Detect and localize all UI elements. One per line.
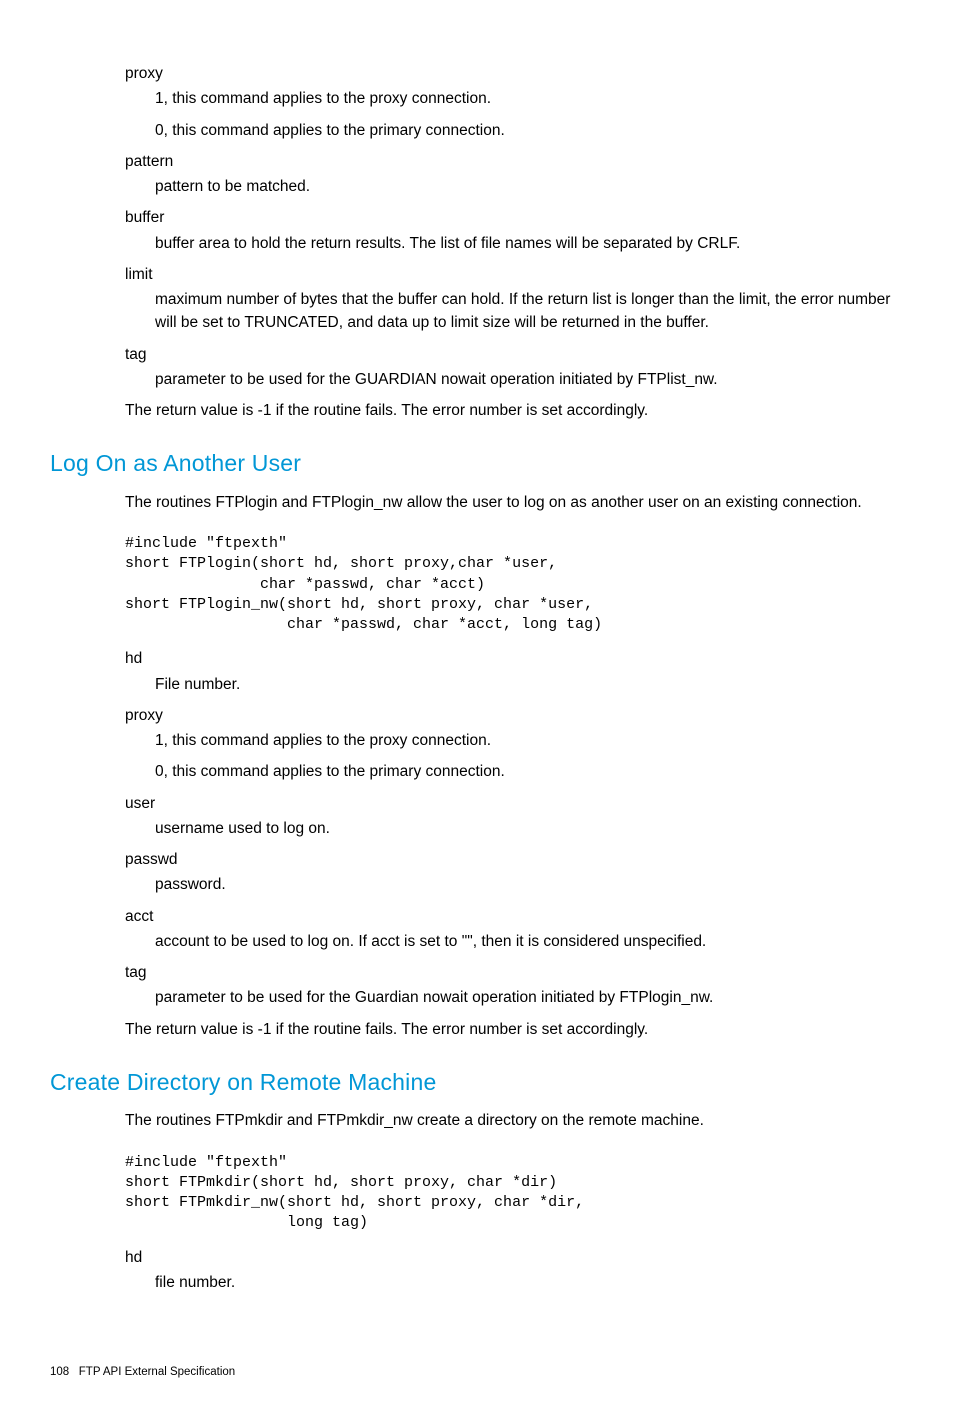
def-limit: maximum number of bytes that the buffer … <box>155 288 904 335</box>
term-hd: hd <box>125 1246 904 1269</box>
term-proxy: proxy <box>125 704 904 727</box>
def-pattern: pattern to be matched. <box>155 175 904 198</box>
def-user: username used to log on. <box>155 817 904 840</box>
term-passwd: passwd <box>125 848 904 871</box>
term-proxy: proxy <box>125 62 904 85</box>
intro-create-directory: The routines FTPmkdir and FTPmkdir_nw cr… <box>125 1109 904 1132</box>
term-limit: limit <box>125 263 904 286</box>
def-proxy-0: 0, this command applies to the primary c… <box>155 760 904 783</box>
page-footer: 108 FTP API External Specification <box>50 1364 904 1381</box>
return-value-note: The return value is -1 if the routine fa… <box>125 1018 904 1041</box>
heading-create-directory: Create Directory on Remote Machine <box>50 1065 904 1100</box>
code-log-on: #include "ftpexth" short FTPlogin(short … <box>125 534 904 635</box>
term-buffer: buffer <box>125 206 904 229</box>
page-number: 108 <box>50 1366 69 1378</box>
def-passwd: password. <box>155 873 904 896</box>
section-log-on: The routines FTPlogin and FTPlogin_nw al… <box>125 491 904 1041</box>
chapter-title: FTP API External Specification <box>79 1366 235 1378</box>
def-hd: file number. <box>155 1271 904 1294</box>
def-hd: File number. <box>155 673 904 696</box>
term-hd: hd <box>125 647 904 670</box>
term-user: user <box>125 792 904 815</box>
code-create-directory: #include "ftpexth" short FTPmkdir(short … <box>125 1153 904 1234</box>
term-tag: tag <box>125 961 904 984</box>
def-buffer: buffer area to hold the return results. … <box>155 232 904 255</box>
def-acct: account to be used to log on. If acct is… <box>155 930 904 953</box>
term-acct: acct <box>125 905 904 928</box>
def-proxy-0: 0, this command applies to the primary c… <box>155 119 904 142</box>
return-value-note: The return value is -1 if the routine fa… <box>125 399 904 422</box>
def-proxy-1: 1, this command applies to the proxy con… <box>155 729 904 752</box>
def-tag: parameter to be used for the GUARDIAN no… <box>155 368 904 391</box>
term-pattern: pattern <box>125 150 904 173</box>
def-tag: parameter to be used for the Guardian no… <box>155 986 904 1009</box>
intro-log-on: The routines FTPlogin and FTPlogin_nw al… <box>125 491 904 514</box>
def-proxy-1: 1, this command applies to the proxy con… <box>155 87 904 110</box>
heading-log-on: Log On as Another User <box>50 446 904 481</box>
term-tag: tag <box>125 343 904 366</box>
section-list-continued: proxy 1, this command applies to the pro… <box>125 62 904 422</box>
section-create-directory: The routines FTPmkdir and FTPmkdir_nw cr… <box>125 1109 904 1294</box>
